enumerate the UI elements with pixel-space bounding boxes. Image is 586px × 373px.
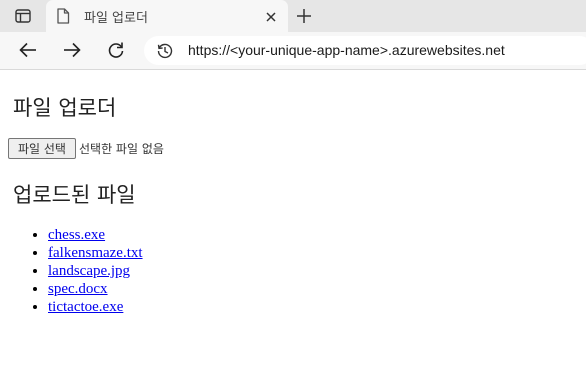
back-arrow-icon[interactable] <box>18 40 38 60</box>
choose-file-button[interactable]: 파일 선택 <box>8 137 76 159</box>
close-icon[interactable] <box>264 9 278 23</box>
address-url[interactable]: https://<your-unique-app-name>.azurewebs… <box>188 42 505 58</box>
list-item: falkensmaze.txt <box>48 244 143 262</box>
file-picker[interactable]: 파일 선택 선택한 파일 없음 <box>8 137 164 159</box>
address-bar[interactable]: https://<your-unique-app-name>.azurewebs… <box>144 36 586 65</box>
tab-strip: 파일 업로더 <box>0 0 586 32</box>
tab-actions-icon[interactable] <box>10 6 36 26</box>
file-link[interactable]: falkensmaze.txt <box>48 245 143 261</box>
file-link[interactable]: chess.exe <box>48 227 105 243</box>
file-link[interactable]: spec.docx <box>48 281 108 297</box>
file-link[interactable]: landscape.jpg <box>48 263 130 279</box>
active-tab[interactable]: 파일 업로더 <box>46 0 288 32</box>
refresh-icon[interactable] <box>106 40 126 60</box>
list-item: chess.exe <box>48 226 143 244</box>
forward-arrow-icon[interactable] <box>62 40 82 60</box>
uploaded-files-title: 업로드된 파일 <box>13 183 136 207</box>
list-item: landscape.jpg <box>48 262 143 280</box>
page-content: 파일 업로더 파일 선택 선택한 파일 없음 업로드된 파일 chess.exe… <box>0 70 586 373</box>
list-item: tictactoe.exe <box>48 298 143 316</box>
uploaded-file-list: chess.exe falkensmaze.txt landscape.jpg … <box>8 226 143 316</box>
page-title: 파일 업로더 <box>13 96 117 120</box>
history-icon[interactable] <box>156 42 174 60</box>
toolbar: https://<your-unique-app-name>.azurewebs… <box>0 32 586 70</box>
file-link[interactable]: tictactoe.exe <box>48 299 123 315</box>
tab-title: 파일 업로더 <box>84 11 148 26</box>
file-status-text: 선택한 파일 없음 <box>78 141 164 156</box>
new-tab-plus-icon[interactable] <box>296 8 312 24</box>
document-icon <box>56 8 70 28</box>
browser-window: 파일 업로더 https://<your-unique-app-name>.az… <box>0 0 586 373</box>
list-item: spec.docx <box>48 280 143 298</box>
